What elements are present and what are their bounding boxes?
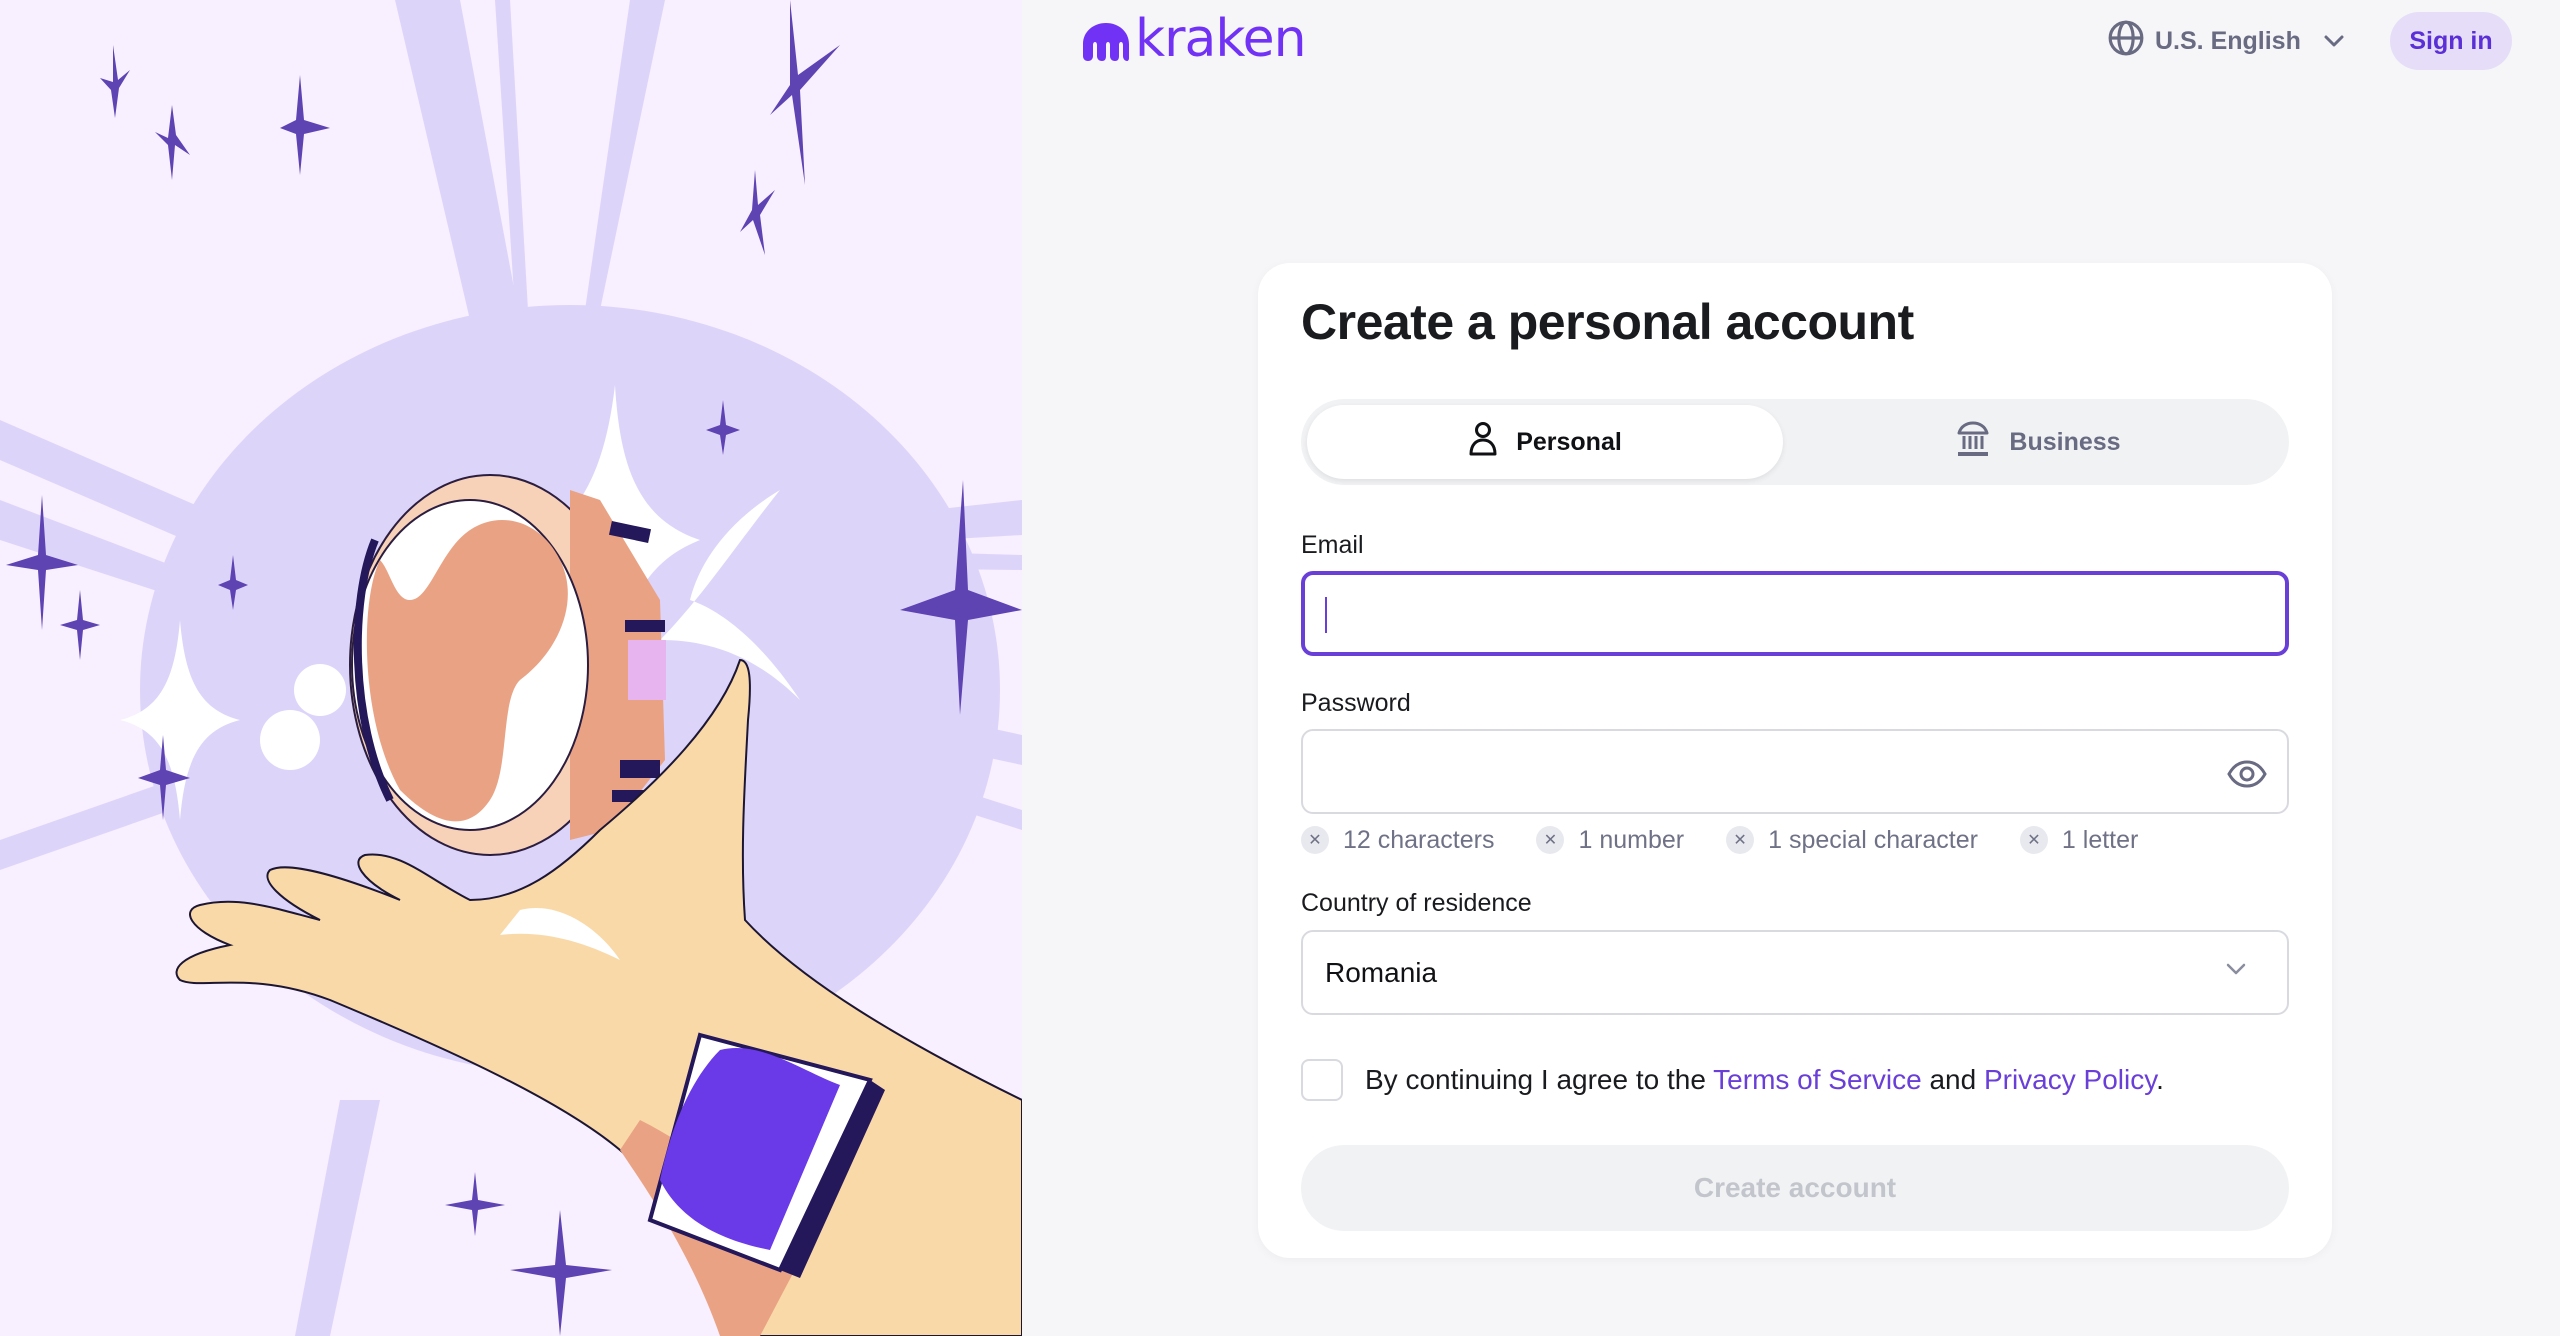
coin bbox=[349, 474, 666, 856]
eye-icon[interactable] bbox=[2225, 752, 2269, 796]
person-icon bbox=[1468, 421, 1498, 464]
hand-holding-coin-illustration bbox=[0, 0, 1022, 1336]
terms-suffix: . bbox=[2156, 1064, 2164, 1095]
account-type-toggle: Personal Business bbox=[1301, 399, 2289, 485]
terms-of-service-link[interactable]: Terms of Service bbox=[1713, 1064, 1922, 1095]
create-account-button[interactable]: Create account bbox=[1301, 1145, 2289, 1231]
terms-agreement: By continuing I agree to the Terms of Se… bbox=[1301, 1059, 2164, 1101]
email-label: Email bbox=[1301, 531, 1364, 559]
sign-in-button[interactable]: Sign in bbox=[2390, 12, 2512, 70]
password-rule: ✕ 1 special character bbox=[1726, 826, 1978, 855]
terms-text: By continuing I agree to the Terms of Se… bbox=[1365, 1064, 2164, 1096]
close-icon: ✕ bbox=[1301, 826, 1329, 854]
email-input[interactable] bbox=[1327, 575, 2207, 652]
password-requirements: ✕ 12 characters ✕ 1 number ✕ 1 special c… bbox=[1301, 824, 2180, 856]
email-field[interactable] bbox=[1301, 571, 2289, 656]
kraken-logo-icon bbox=[1083, 23, 1129, 61]
bank-icon bbox=[1955, 421, 1991, 464]
privacy-policy-link[interactable]: Privacy Policy bbox=[1984, 1064, 2156, 1095]
terms-checkbox[interactable] bbox=[1301, 1059, 1343, 1101]
globe-icon bbox=[2107, 19, 2145, 64]
kraken-logo-text: kraken bbox=[1135, 9, 1307, 69]
close-icon: ✕ bbox=[1726, 826, 1755, 854]
hero-illustration bbox=[0, 0, 1022, 1336]
password-rule: ✕ 12 characters bbox=[1301, 826, 1494, 855]
terms-prefix: By continuing I agree to the bbox=[1365, 1064, 1714, 1095]
password-rule: ✕ 1 letter bbox=[2019, 826, 2138, 855]
country-label: Country of residence bbox=[1301, 889, 1532, 917]
chevron-down-icon bbox=[2225, 962, 2247, 981]
chevron-down-icon bbox=[2323, 34, 2345, 48]
tab-business-label: Business bbox=[2009, 427, 2121, 456]
password-field[interactable] bbox=[1301, 729, 2289, 814]
language-selector[interactable]: U.S. English bbox=[2107, 20, 2345, 62]
password-label: Password bbox=[1301, 689, 1411, 717]
language-label: U.S. English bbox=[2155, 26, 2301, 55]
terms-middle: and bbox=[1921, 1064, 1984, 1095]
tab-personal[interactable]: Personal bbox=[1307, 405, 1783, 479]
tab-personal-label: Personal bbox=[1516, 427, 1622, 456]
country-select[interactable]: Romania bbox=[1301, 930, 2289, 1015]
page-title: Create a personal account bbox=[1301, 294, 1914, 350]
close-icon: ✕ bbox=[1536, 826, 1565, 854]
signup-card: Create a personal account Personal Busin… bbox=[1258, 263, 2332, 1258]
password-input[interactable] bbox=[1325, 731, 2205, 812]
kraken-logo[interactable]: kraken bbox=[1083, 13, 1307, 65]
country-value: Romania bbox=[1325, 956, 1438, 988]
close-icon: ✕ bbox=[2019, 826, 2048, 854]
tab-business[interactable]: Business bbox=[1795, 405, 2281, 479]
password-rule: ✕ 1 number bbox=[1536, 826, 1684, 855]
